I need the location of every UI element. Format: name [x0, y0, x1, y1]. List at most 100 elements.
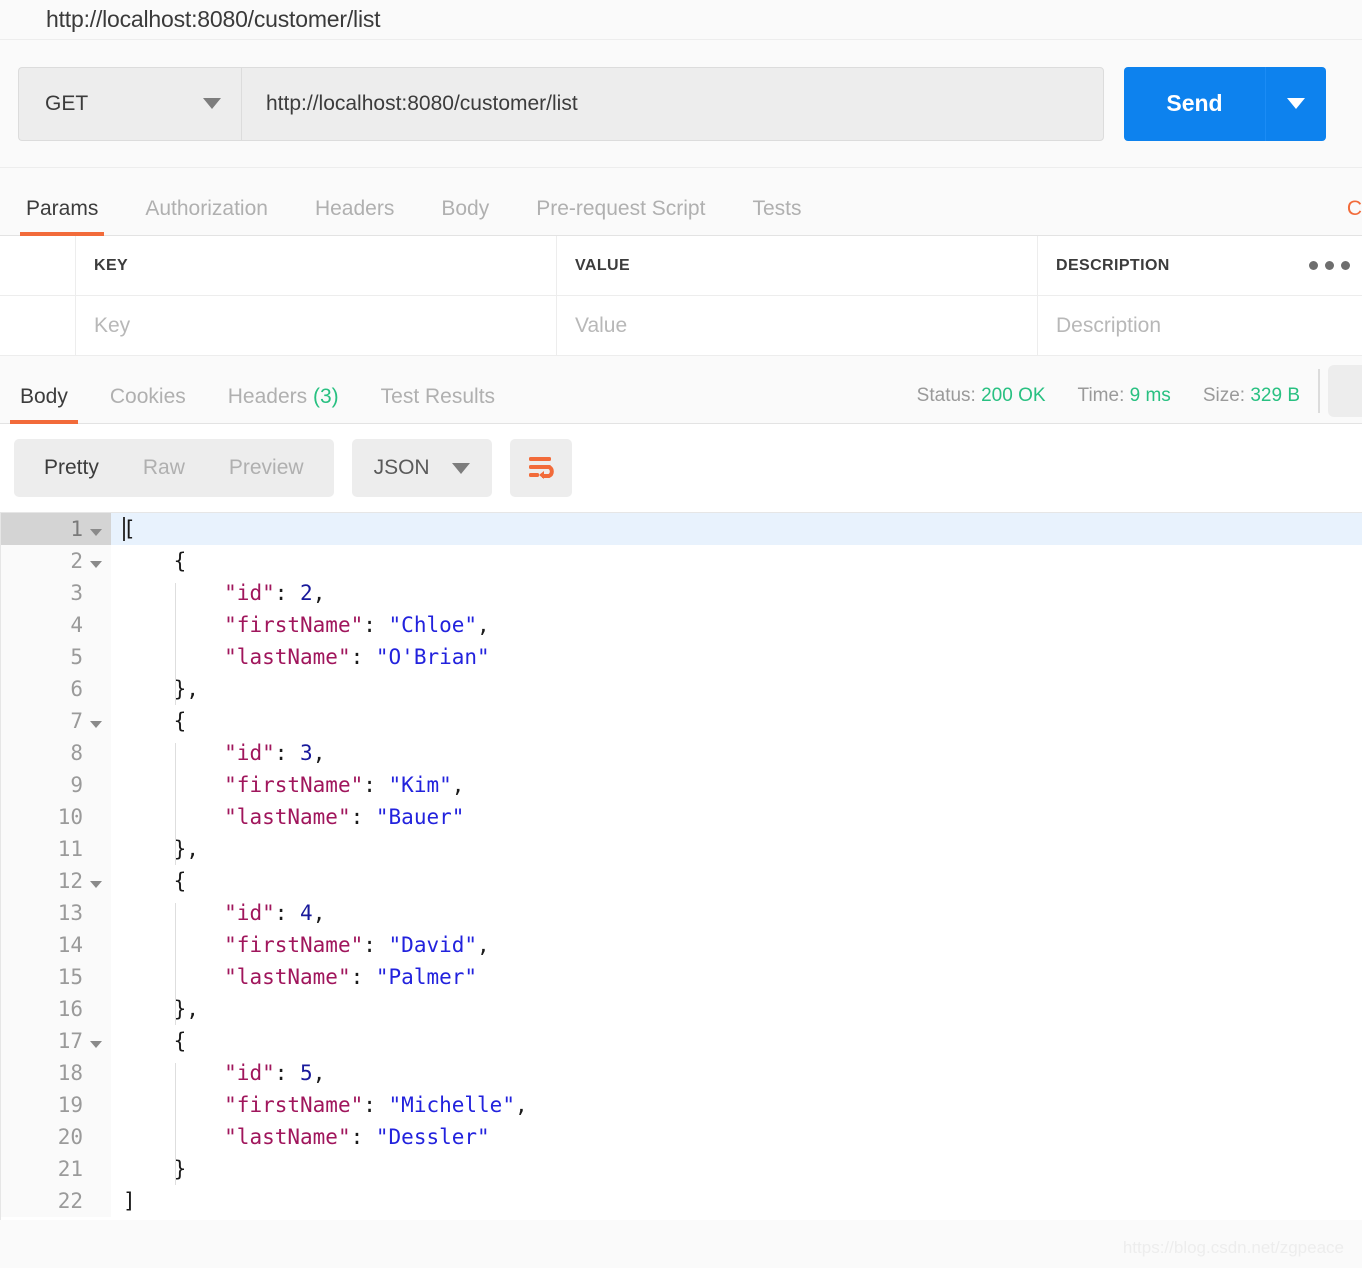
- indent-guide: [175, 583, 176, 705]
- param-key-input[interactable]: Key: [76, 296, 557, 355]
- size-label: Size:: [1202, 385, 1246, 406]
- line-number: 7: [1, 705, 111, 737]
- request-tabs: Params Authorization Headers Body Pre-re…: [0, 168, 1362, 236]
- code-text: "lastName": "Dessler": [111, 1125, 1362, 1149]
- code-line[interactable]: 12 {: [1, 865, 1362, 897]
- code-token-str: "Kim": [388, 773, 452, 797]
- code-token-punc: ,: [477, 933, 490, 957]
- code-token-str: "Dessler": [375, 1125, 490, 1149]
- tab-body[interactable]: Body: [441, 197, 489, 235]
- line-number: 18: [1, 1057, 111, 1089]
- response-tab-cookies[interactable]: Cookies: [100, 385, 196, 423]
- view-pretty[interactable]: Pretty: [22, 456, 121, 480]
- line-number: 2: [1, 545, 111, 577]
- more-options-icon[interactable]: [1309, 261, 1350, 270]
- view-raw[interactable]: Raw: [121, 456, 207, 480]
- response-view-group: Pretty Raw Preview: [14, 439, 334, 497]
- line-number: 15: [1, 961, 111, 993]
- code-line[interactable]: 18 "id": 5,: [1, 1057, 1362, 1089]
- tab-tests[interactable]: Tests: [752, 197, 801, 235]
- tab-headers[interactable]: Headers: [315, 197, 394, 235]
- code-link[interactable]: C: [1347, 197, 1362, 221]
- line-number: 11: [1, 833, 111, 865]
- code-token-str: "David": [388, 933, 478, 957]
- request-url-input[interactable]: http://localhost:8080/customer/list: [241, 66, 1104, 141]
- send-button[interactable]: Send: [1124, 66, 1266, 141]
- code-token-num: 4: [300, 901, 313, 925]
- code-line[interactable]: 1[: [1, 513, 1362, 545]
- view-preview[interactable]: Preview: [207, 456, 326, 480]
- code-line[interactable]: 15 "lastName": "Palmer": [1, 961, 1362, 993]
- request-builder-row: GET http://localhost:8080/customer/list …: [0, 40, 1362, 168]
- tab-pre-request-script[interactable]: Pre-request Script: [536, 197, 705, 235]
- code-text: [: [111, 517, 1362, 541]
- code-token-key: "id": [224, 1061, 275, 1085]
- send-options-button[interactable]: [1266, 66, 1326, 141]
- code-line[interactable]: 9 "firstName": "Kim",: [1, 769, 1362, 801]
- code-line[interactable]: 2 {: [1, 545, 1362, 577]
- tab-params[interactable]: Params: [19, 197, 105, 236]
- fold-arrow-icon[interactable]: [89, 1029, 103, 1053]
- response-body-editor[interactable]: 1[2 {3 "id": 2, 4 "firstName": "Chloe", 5 …: [0, 512, 1362, 1220]
- response-tabs-bar: Body Cookies Headers (3) Test Results St…: [0, 356, 1362, 424]
- code-line[interactable]: 3 "id": 2,: [1, 577, 1362, 609]
- code-token-key: "lastName": [224, 805, 351, 829]
- code-line[interactable]: 5 "lastName": "O'Brian": [1, 641, 1362, 673]
- code-token-punc: ]: [123, 1189, 136, 1213]
- code-line[interactable]: 16 },: [1, 993, 1362, 1025]
- param-value-input[interactable]: Value: [557, 296, 1038, 355]
- params-table: KEY VALUE DESCRIPTION Key Value Descript…: [0, 236, 1362, 356]
- code-token-key: "id": [224, 741, 275, 765]
- code-token-punc: ,: [514, 1093, 528, 1117]
- chevron-down-icon: [451, 462, 470, 474]
- code-line[interactable]: 10 "lastName": "Bauer": [1, 801, 1362, 833]
- fold-arrow-icon[interactable]: [89, 709, 103, 733]
- row-checkbox-cell[interactable]: [0, 296, 76, 355]
- code-text: "id": 3,: [111, 741, 1362, 765]
- code-token-str: "Bauer": [375, 805, 465, 829]
- response-tab-headers[interactable]: Headers (3): [218, 385, 349, 423]
- code-text: "id": 4,: [111, 901, 1362, 925]
- code-token-punc: :: [363, 933, 389, 957]
- line-number: 21: [1, 1153, 111, 1185]
- code-token-num: 3: [300, 741, 313, 765]
- param-description-input[interactable]: Description: [1038, 296, 1362, 355]
- page-title: http://localhost:8080/customer/list: [46, 6, 381, 32]
- code-text: {: [111, 549, 1362, 573]
- response-format-label: JSON: [373, 456, 430, 479]
- tab-authorization[interactable]: Authorization: [145, 197, 268, 235]
- code-token-punc: ,: [312, 1061, 326, 1085]
- response-tab-test-results[interactable]: Test Results: [371, 385, 505, 423]
- code-line[interactable]: 6 },: [1, 673, 1362, 705]
- code-text: "firstName": "Kim",: [111, 773, 1362, 797]
- code-line[interactable]: 7 {: [1, 705, 1362, 737]
- code-line[interactable]: 11 },: [1, 833, 1362, 865]
- word-wrap-button[interactable]: [509, 439, 572, 497]
- code-line[interactable]: 14 "firstName": "David",: [1, 929, 1362, 961]
- code-line[interactable]: 21 }: [1, 1153, 1362, 1185]
- code-line[interactable]: 17 {: [1, 1025, 1362, 1057]
- code-token-num: 5: [300, 1061, 313, 1085]
- code-line[interactable]: 19 "firstName": "Michelle",: [1, 1089, 1362, 1121]
- fold-arrow-icon[interactable]: [89, 517, 103, 541]
- code-token-punc: ,: [312, 741, 326, 765]
- send-button-group: Send: [1124, 66, 1326, 141]
- code-line[interactable]: 8 "id": 3,: [1, 737, 1362, 769]
- bulk-edit-wrap: [1280, 261, 1362, 270]
- code-line[interactable]: 4 "firstName": "Chloe",: [1, 609, 1362, 641]
- fold-arrow-icon[interactable]: [89, 549, 103, 573]
- code-text: {: [111, 1029, 1362, 1053]
- code-line[interactable]: 20 "lastName": "Dessler": [1, 1121, 1362, 1153]
- code-line[interactable]: 13 "id": 4,: [1, 897, 1362, 929]
- response-format-select[interactable]: JSON: [351, 439, 492, 497]
- http-method-select[interactable]: GET: [18, 66, 241, 141]
- response-tab-body[interactable]: Body: [10, 385, 78, 424]
- time-stat: Time: 9 ms: [1078, 385, 1171, 407]
- code-line[interactable]: 22]: [1, 1185, 1362, 1217]
- code-token-punc: {: [173, 1029, 187, 1053]
- line-number: 17: [1, 1025, 111, 1057]
- response-save-button[interactable]: [1328, 365, 1362, 417]
- line-number: 6: [1, 673, 111, 705]
- param-value-placeholder: Value: [575, 313, 628, 337]
- fold-arrow-icon[interactable]: [89, 869, 103, 893]
